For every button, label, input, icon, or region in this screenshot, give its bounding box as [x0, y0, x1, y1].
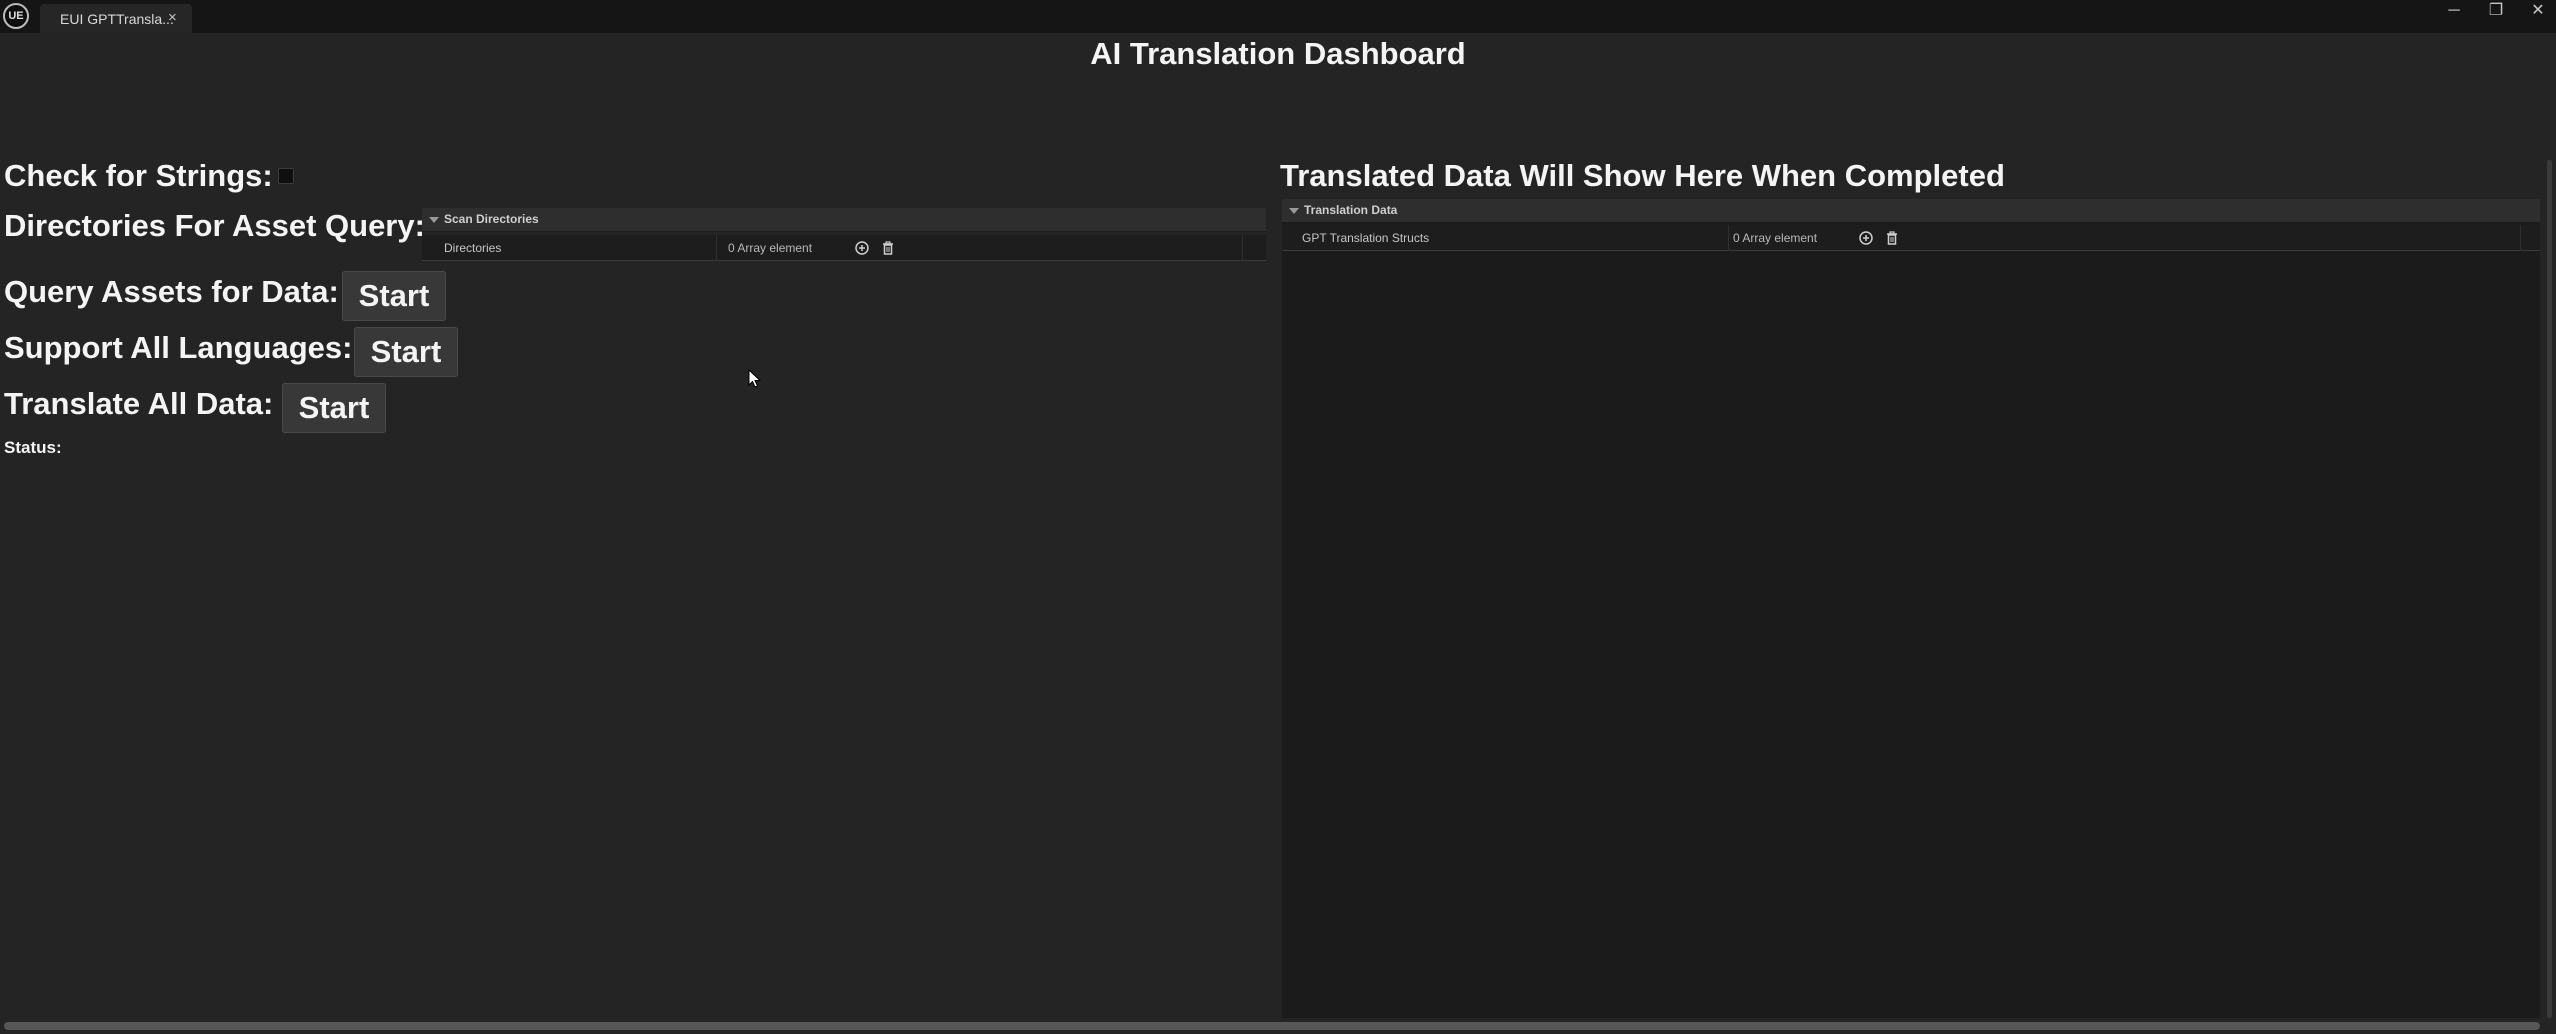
support-languages-label: Support All Languages:: [4, 330, 353, 365]
delete-elements-icon[interactable]: [1884, 230, 1900, 246]
collapse-arrow-icon[interactable]: [1289, 208, 1299, 214]
directories-property-name: Directories: [444, 241, 502, 255]
column-divider: [2520, 225, 2521, 251]
vertical-scrollbar[interactable]: [2547, 160, 2552, 1018]
check-for-strings-label: Check for Strings:: [4, 158, 273, 193]
column-divider[interactable]: [716, 235, 717, 261]
translation-data-header[interactable]: Translation Data: [1282, 199, 2540, 223]
directories-array-count: 0 Array element: [728, 241, 813, 255]
restore-icon[interactable]: ❐: [2476, 0, 2516, 24]
scan-directories-title: Scan Directories: [444, 212, 539, 226]
horizontal-scrollbar[interactable]: [4, 1022, 2540, 1030]
delete-elements-icon[interactable]: [880, 240, 896, 256]
translate-all-start-button[interactable]: Start: [282, 383, 386, 433]
close-window-icon[interactable]: ✕: [2518, 0, 2556, 24]
translation-data-panel: [1282, 200, 2540, 1018]
support-languages-start-button[interactable]: Start: [354, 327, 458, 377]
tab-close-icon[interactable]: ×: [168, 9, 177, 26]
translation-structs-array-count: 0 Array element: [1733, 231, 1818, 245]
check-for-strings-checkbox[interactable]: [278, 168, 294, 184]
query-assets-label: Query Assets for Data:: [4, 274, 339, 309]
translation-structs-property-row: GPT Translation Structs 0 Array element: [1282, 225, 2540, 251]
mouse-cursor-icon: [748, 369, 762, 388]
unreal-engine-logo-icon[interactable]: UE: [3, 3, 29, 29]
title-bar: UE EUI GPTTransla... × ─ ❐ ✕: [0, 0, 2556, 33]
tab-title: EUI GPTTransla...: [60, 11, 174, 27]
directories-property-row: Directories 0 Array element: [422, 235, 1266, 261]
column-divider[interactable]: [1728, 225, 1729, 251]
collapse-arrow-icon[interactable]: [429, 217, 439, 223]
column-divider: [1242, 235, 1243, 261]
translation-data-title: Translation Data: [1304, 203, 1398, 217]
query-assets-start-button[interactable]: Start: [342, 271, 446, 321]
directories-label: Directories For Asset Query:: [4, 208, 425, 243]
translated-data-heading: Translated Data Will Show Here When Comp…: [1280, 158, 2005, 193]
dashboard-title: AI Translation Dashboard: [1090, 36, 1466, 71]
editor-tab[interactable]: EUI GPTTransla... ×: [40, 4, 192, 33]
add-element-icon[interactable]: [1858, 230, 1874, 246]
status-label: Status:: [4, 438, 62, 457]
translation-structs-property-name: GPT Translation Structs: [1302, 231, 1430, 245]
add-element-icon[interactable]: [854, 240, 870, 256]
minimize-icon[interactable]: ─: [2434, 0, 2474, 24]
scan-directories-header[interactable]: Scan Directories: [422, 208, 1266, 232]
translate-all-label: Translate All Data:: [4, 386, 274, 421]
